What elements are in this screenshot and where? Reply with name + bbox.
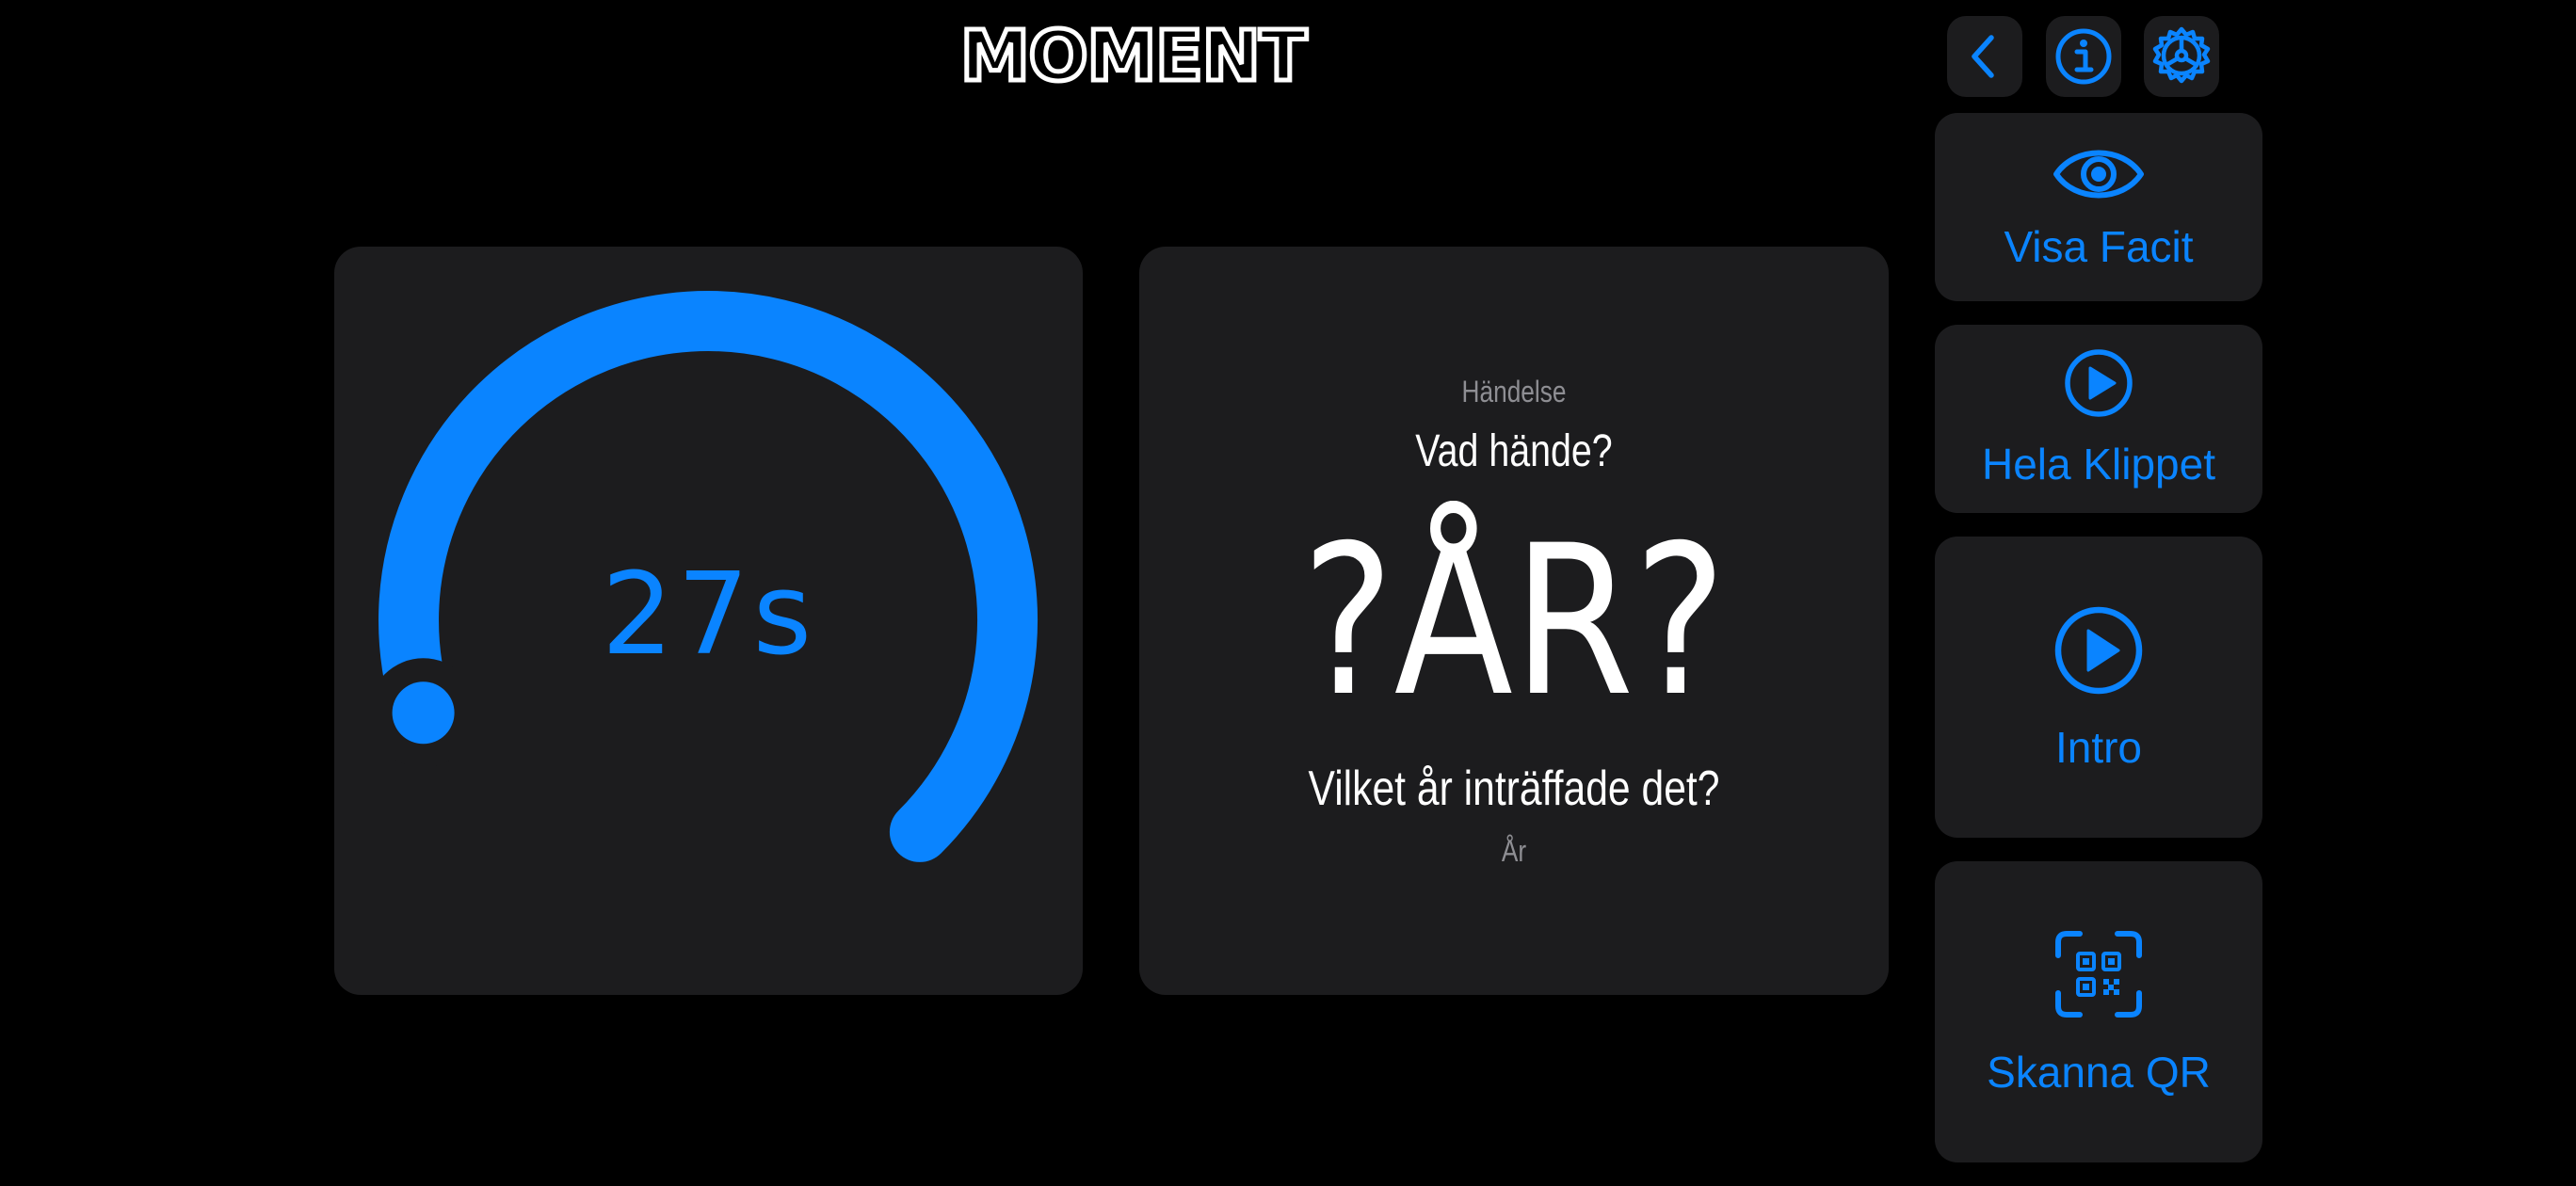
full-clip-button[interactable]: Hela Klippet [1935, 325, 2262, 513]
answer-placeholder: ?ÅR? [1301, 501, 1727, 742]
scan-qr-label: Skanna QR [1987, 1048, 2211, 1097]
eye-icon [2053, 150, 2144, 199]
intro-button[interactable]: Intro [1935, 537, 2262, 838]
timer-knob-dot [392, 681, 455, 745]
show-answer-label: Visa Facit [2004, 222, 2194, 271]
info-circle-icon [2055, 28, 2112, 85]
play-circle-icon [2065, 349, 2133, 417]
chevron-left-icon [1972, 35, 1994, 78]
play-circle-icon [2054, 606, 2143, 695]
settings-button[interactable] [2144, 16, 2219, 97]
qr-scan-icon [2055, 931, 2142, 1018]
gear-icon [2152, 26, 2211, 84]
question-category: Händelse [1461, 375, 1567, 409]
question-title: Vad hände? [1415, 426, 1613, 476]
full-clip-label: Hela Klippet [1981, 440, 2216, 489]
question-prompt: Vilket år inträffade det? [1308, 761, 1720, 816]
back-button[interactable] [1947, 16, 2022, 97]
app-logo: MOMENT [958, 16, 1310, 97]
timer-card: 27s [334, 247, 1083, 995]
question-card: Händelse Vad hände? ?ÅR? Vilket år inträ… [1139, 247, 1889, 995]
timer-countdown: 27s [601, 550, 816, 681]
show-answer-button[interactable]: Visa Facit [1935, 113, 2262, 301]
answer-unit: År [1501, 834, 1527, 868]
intro-label: Intro [2054, 723, 2143, 772]
info-button[interactable] [2046, 16, 2121, 97]
scan-qr-button[interactable]: Skanna QR [1935, 861, 2262, 1162]
